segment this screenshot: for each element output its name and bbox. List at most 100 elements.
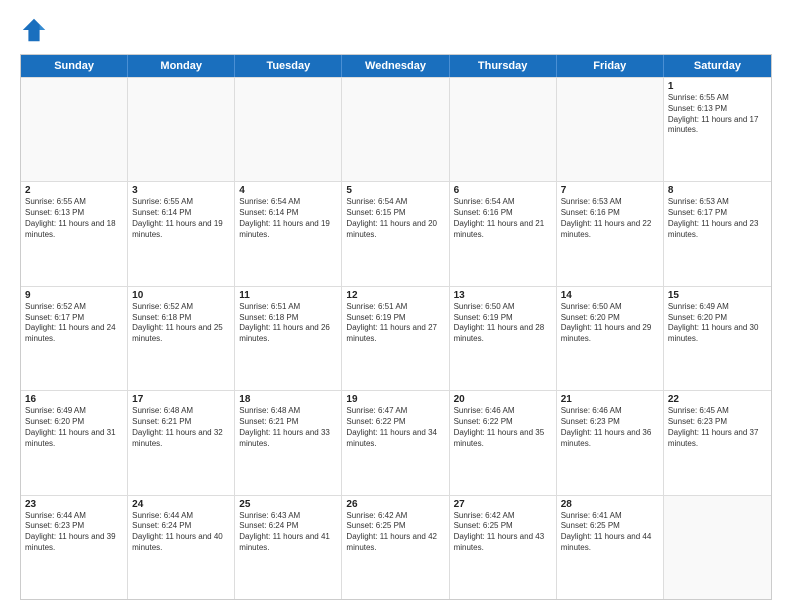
calendar-cell: 17Sunrise: 6:48 AM Sunset: 6:21 PM Dayli… — [128, 391, 235, 494]
day-number: 27 — [454, 499, 552, 510]
calendar-header-cell: Sunday — [21, 55, 128, 77]
cell-info: Sunrise: 6:52 AM Sunset: 6:18 PM Dayligh… — [132, 302, 230, 345]
calendar-week-row: 2Sunrise: 6:55 AM Sunset: 6:13 PM Daylig… — [21, 181, 771, 285]
calendar-body: 1Sunrise: 6:55 AM Sunset: 6:13 PM Daylig… — [21, 77, 771, 599]
calendar-cell — [342, 78, 449, 181]
day-number: 28 — [561, 499, 659, 510]
cell-info: Sunrise: 6:48 AM Sunset: 6:21 PM Dayligh… — [239, 406, 337, 449]
cell-info: Sunrise: 6:44 AM Sunset: 6:24 PM Dayligh… — [132, 511, 230, 554]
calendar-cell: 18Sunrise: 6:48 AM Sunset: 6:21 PM Dayli… — [235, 391, 342, 494]
cell-info: Sunrise: 6:52 AM Sunset: 6:17 PM Dayligh… — [25, 302, 123, 345]
calendar-cell: 7Sunrise: 6:53 AM Sunset: 6:16 PM Daylig… — [557, 182, 664, 285]
calendar-header-cell: Monday — [128, 55, 235, 77]
calendar-cell: 16Sunrise: 6:49 AM Sunset: 6:20 PM Dayli… — [21, 391, 128, 494]
day-number: 16 — [25, 394, 123, 405]
calendar-cell: 15Sunrise: 6:49 AM Sunset: 6:20 PM Dayli… — [664, 287, 771, 390]
day-number: 26 — [346, 499, 444, 510]
day-number: 2 — [25, 185, 123, 196]
calendar-week-row: 16Sunrise: 6:49 AM Sunset: 6:20 PM Dayli… — [21, 390, 771, 494]
calendar-cell: 11Sunrise: 6:51 AM Sunset: 6:18 PM Dayli… — [235, 287, 342, 390]
calendar-header-row: SundayMondayTuesdayWednesdayThursdayFrid… — [21, 55, 771, 77]
calendar-week-row: 23Sunrise: 6:44 AM Sunset: 6:23 PM Dayli… — [21, 495, 771, 599]
logo — [20, 16, 52, 44]
calendar-cell: 3Sunrise: 6:55 AM Sunset: 6:14 PM Daylig… — [128, 182, 235, 285]
calendar-cell — [664, 496, 771, 599]
calendar-header-cell: Tuesday — [235, 55, 342, 77]
cell-info: Sunrise: 6:46 AM Sunset: 6:23 PM Dayligh… — [561, 406, 659, 449]
day-number: 23 — [25, 499, 123, 510]
day-number: 14 — [561, 290, 659, 301]
day-number: 12 — [346, 290, 444, 301]
cell-info: Sunrise: 6:55 AM Sunset: 6:14 PM Dayligh… — [132, 197, 230, 240]
cell-info: Sunrise: 6:54 AM Sunset: 6:15 PM Dayligh… — [346, 197, 444, 240]
calendar-cell — [235, 78, 342, 181]
calendar-cell: 23Sunrise: 6:44 AM Sunset: 6:23 PM Dayli… — [21, 496, 128, 599]
day-number: 21 — [561, 394, 659, 405]
cell-info: Sunrise: 6:54 AM Sunset: 6:14 PM Dayligh… — [239, 197, 337, 240]
calendar-cell: 26Sunrise: 6:42 AM Sunset: 6:25 PM Dayli… — [342, 496, 449, 599]
day-number: 20 — [454, 394, 552, 405]
page: SundayMondayTuesdayWednesdayThursdayFrid… — [0, 0, 792, 612]
logo-icon — [20, 16, 48, 44]
calendar-cell: 20Sunrise: 6:46 AM Sunset: 6:22 PM Dayli… — [450, 391, 557, 494]
day-number: 9 — [25, 290, 123, 301]
cell-info: Sunrise: 6:49 AM Sunset: 6:20 PM Dayligh… — [25, 406, 123, 449]
calendar-cell — [128, 78, 235, 181]
cell-info: Sunrise: 6:48 AM Sunset: 6:21 PM Dayligh… — [132, 406, 230, 449]
day-number: 13 — [454, 290, 552, 301]
day-number: 15 — [668, 290, 767, 301]
cell-info: Sunrise: 6:55 AM Sunset: 6:13 PM Dayligh… — [668, 93, 767, 136]
calendar-cell: 2Sunrise: 6:55 AM Sunset: 6:13 PM Daylig… — [21, 182, 128, 285]
calendar-cell: 1Sunrise: 6:55 AM Sunset: 6:13 PM Daylig… — [664, 78, 771, 181]
day-number: 18 — [239, 394, 337, 405]
day-number: 6 — [454, 185, 552, 196]
calendar-cell: 14Sunrise: 6:50 AM Sunset: 6:20 PM Dayli… — [557, 287, 664, 390]
day-number: 17 — [132, 394, 230, 405]
calendar-cell: 19Sunrise: 6:47 AM Sunset: 6:22 PM Dayli… — [342, 391, 449, 494]
day-number: 11 — [239, 290, 337, 301]
cell-info: Sunrise: 6:53 AM Sunset: 6:16 PM Dayligh… — [561, 197, 659, 240]
cell-info: Sunrise: 6:51 AM Sunset: 6:19 PM Dayligh… — [346, 302, 444, 345]
cell-info: Sunrise: 6:43 AM Sunset: 6:24 PM Dayligh… — [239, 511, 337, 554]
calendar-cell: 4Sunrise: 6:54 AM Sunset: 6:14 PM Daylig… — [235, 182, 342, 285]
calendar-header-cell: Saturday — [664, 55, 771, 77]
day-number: 1 — [668, 81, 767, 92]
cell-info: Sunrise: 6:55 AM Sunset: 6:13 PM Dayligh… — [25, 197, 123, 240]
cell-info: Sunrise: 6:42 AM Sunset: 6:25 PM Dayligh… — [346, 511, 444, 554]
calendar-cell — [557, 78, 664, 181]
calendar-header-cell: Thursday — [450, 55, 557, 77]
cell-info: Sunrise: 6:44 AM Sunset: 6:23 PM Dayligh… — [25, 511, 123, 554]
cell-info: Sunrise: 6:47 AM Sunset: 6:22 PM Dayligh… — [346, 406, 444, 449]
day-number: 8 — [668, 185, 767, 196]
calendar-cell — [21, 78, 128, 181]
cell-info: Sunrise: 6:50 AM Sunset: 6:20 PM Dayligh… — [561, 302, 659, 345]
cell-info: Sunrise: 6:53 AM Sunset: 6:17 PM Dayligh… — [668, 197, 767, 240]
calendar-cell: 5Sunrise: 6:54 AM Sunset: 6:15 PM Daylig… — [342, 182, 449, 285]
day-number: 25 — [239, 499, 337, 510]
calendar-cell: 10Sunrise: 6:52 AM Sunset: 6:18 PM Dayli… — [128, 287, 235, 390]
day-number: 7 — [561, 185, 659, 196]
cell-info: Sunrise: 6:54 AM Sunset: 6:16 PM Dayligh… — [454, 197, 552, 240]
calendar-cell: 28Sunrise: 6:41 AM Sunset: 6:25 PM Dayli… — [557, 496, 664, 599]
day-number: 10 — [132, 290, 230, 301]
day-number: 24 — [132, 499, 230, 510]
calendar-header-cell: Wednesday — [342, 55, 449, 77]
day-number: 4 — [239, 185, 337, 196]
calendar-cell: 27Sunrise: 6:42 AM Sunset: 6:25 PM Dayli… — [450, 496, 557, 599]
cell-info: Sunrise: 6:41 AM Sunset: 6:25 PM Dayligh… — [561, 511, 659, 554]
day-number: 5 — [346, 185, 444, 196]
calendar-cell: 12Sunrise: 6:51 AM Sunset: 6:19 PM Dayli… — [342, 287, 449, 390]
cell-info: Sunrise: 6:49 AM Sunset: 6:20 PM Dayligh… — [668, 302, 767, 345]
calendar-cell: 22Sunrise: 6:45 AM Sunset: 6:23 PM Dayli… — [664, 391, 771, 494]
calendar-cell: 6Sunrise: 6:54 AM Sunset: 6:16 PM Daylig… — [450, 182, 557, 285]
cell-info: Sunrise: 6:51 AM Sunset: 6:18 PM Dayligh… — [239, 302, 337, 345]
calendar-week-row: 1Sunrise: 6:55 AM Sunset: 6:13 PM Daylig… — [21, 77, 771, 181]
day-number: 19 — [346, 394, 444, 405]
cell-info: Sunrise: 6:42 AM Sunset: 6:25 PM Dayligh… — [454, 511, 552, 554]
calendar-cell: 13Sunrise: 6:50 AM Sunset: 6:19 PM Dayli… — [450, 287, 557, 390]
calendar-cell: 21Sunrise: 6:46 AM Sunset: 6:23 PM Dayli… — [557, 391, 664, 494]
header — [20, 16, 772, 44]
calendar-week-row: 9Sunrise: 6:52 AM Sunset: 6:17 PM Daylig… — [21, 286, 771, 390]
day-number: 3 — [132, 185, 230, 196]
calendar-header-cell: Friday — [557, 55, 664, 77]
